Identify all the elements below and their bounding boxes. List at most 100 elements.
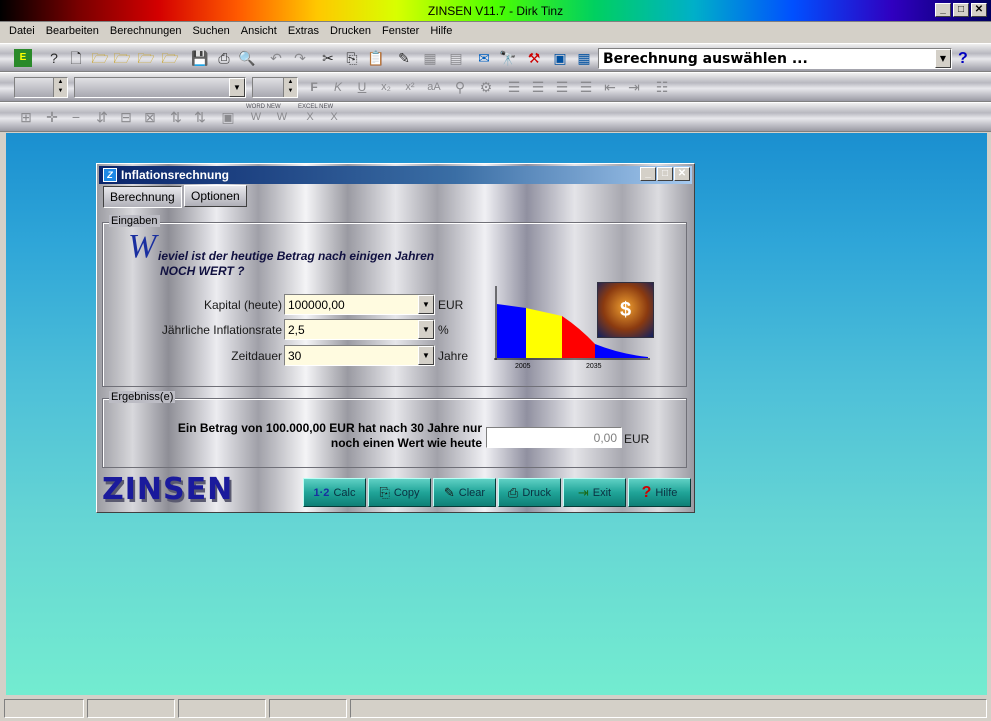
search-icon[interactable]: 🔭 [498, 49, 518, 67]
chevron-down-icon[interactable]: ▼ [418, 295, 434, 314]
font-name-combo[interactable]: ▼ [74, 77, 246, 98]
word-new-icon[interactable]: W [244, 108, 268, 126]
style-spinner[interactable]: ▲ ▼ [14, 77, 68, 98]
excel-new-icon[interactable]: X [298, 108, 322, 126]
find-icon[interactable]: ⚲ [450, 78, 470, 96]
edit-pen-icon[interactable]: ✎ [394, 49, 414, 67]
dialog-maximize-button[interactable]: □ [657, 167, 673, 181]
align-left-icon[interactable]: ☰ [504, 78, 524, 96]
chevron-down-icon[interactable]: ▼ [935, 49, 951, 68]
subscript-icon[interactable]: x₂ [376, 78, 396, 96]
cut-icon[interactable]: ✂ [318, 49, 338, 67]
print-icon[interactable]: ⎙ [214, 49, 234, 67]
undo-icon[interactable]: ↶ [266, 49, 286, 67]
delete-row-icon[interactable]: − [66, 108, 86, 126]
print-button[interactable]: ⎙ Druck [498, 478, 561, 507]
menu-fenster[interactable]: Fenster [377, 22, 425, 42]
bold-icon[interactable]: F [304, 78, 324, 96]
calculation-selector[interactable]: Berechnung auswählen ... ▼ [598, 48, 952, 69]
excel-export-icon[interactable]: X [322, 108, 346, 126]
calc-page-icon[interactable]: ▤ [446, 49, 466, 67]
font-size-icon[interactable]: aA [424, 78, 444, 96]
help-icon[interactable]: ? [958, 50, 968, 68]
clear-button-label: Clear [458, 486, 486, 499]
save-icon[interactable]: 💾 [190, 49, 210, 67]
align-center-icon[interactable]: ☰ [528, 78, 548, 96]
app-icon: Z [103, 168, 117, 182]
paste-icon[interactable]: 📋 [366, 49, 386, 67]
word-export-icon[interactable]: W [270, 108, 294, 126]
menu-extras[interactable]: Extras [283, 22, 325, 42]
maximize-button[interactable]: □ [953, 3, 969, 17]
chevron-down-icon[interactable]: ▼ [418, 346, 434, 365]
capital-input[interactable]: 100000,00 ▼ [284, 294, 435, 315]
bullet-list-icon[interactable]: ☷ [652, 78, 672, 96]
dialog-title-bar: Z Inflationsrechnung _ □ ✕ [99, 166, 692, 184]
inflation-rate-input[interactable]: 2,5 ▼ [284, 319, 435, 340]
minimize-button[interactable]: _ [935, 3, 951, 17]
calendar-icon[interactable]: ▦ [574, 49, 594, 67]
insert-table-icon[interactable]: ⊞ [16, 108, 36, 126]
tools-icon[interactable]: ⚒ [524, 49, 544, 67]
print-preview-icon[interactable]: 🔍 [237, 49, 257, 67]
menu-berechnungen[interactable]: Berechnungen [105, 22, 188, 42]
dialog-controls: _ □ ✕ [640, 167, 690, 181]
redo-icon[interactable]: ↷ [290, 49, 310, 67]
outdent-icon[interactable]: ⇤ [600, 78, 620, 96]
window-controls: _ □ ✕ [935, 3, 987, 17]
main-toolbar: E ? 🗋 🗁 🗁 🗁 🗁 💾 ⎙ 🔍 ↶ ↷ ✂ ⎘ 📋 ✎ ▦ ▤ ✉ 🔭 … [0, 43, 991, 72]
dialog-close-button[interactable]: ✕ [674, 167, 690, 181]
sort-asc-icon[interactable]: ⇅ [166, 108, 186, 126]
menu-suchen[interactable]: Suchen [187, 22, 235, 42]
replace-icon[interactable]: ⚙ [476, 78, 496, 96]
status-pane-5 [350, 699, 987, 718]
capital-label: Kapital (heute) [203, 298, 282, 312]
printer-icon: ⎙ [507, 484, 519, 500]
open-folder-icon[interactable]: 🗁 [90, 49, 110, 67]
exit-app-icon[interactable]: E [14, 49, 32, 67]
open-dat-icon[interactable]: 🗁 [112, 49, 132, 67]
chevron-down-icon[interactable]: ▼ [229, 78, 245, 97]
insert-column-icon[interactable]: ⇵ [92, 108, 112, 126]
calculator-icon[interactable]: ▣ [550, 49, 570, 67]
tab-optionen[interactable]: Optionen [184, 185, 247, 207]
title-bar: ZINSEN V11.7 - Dirk Tinz _ □ ✕ [0, 0, 991, 22]
mail-icon[interactable]: ✉ [474, 49, 494, 67]
format-icon[interactable]: ▦ [420, 49, 440, 67]
add-row-icon[interactable]: ✛ [42, 108, 62, 126]
open-kto-icon[interactable]: 🗁 [136, 49, 156, 67]
menu-ansicht[interactable]: Ansicht [236, 22, 283, 42]
merge-cells-icon[interactable]: ⊠ [140, 108, 160, 126]
open-fpl-icon[interactable]: 🗁 [160, 49, 180, 67]
italic-icon[interactable]: K [328, 78, 348, 96]
menu-hilfe[interactable]: Hilfe [425, 22, 458, 42]
underline-icon[interactable]: U [352, 78, 372, 96]
zinsen-logo: ZINSEN [102, 472, 234, 507]
delete-column-icon[interactable]: ⊟ [116, 108, 136, 126]
new-file-icon[interactable]: 🗋 [66, 49, 86, 67]
sort-desc-icon[interactable]: ⇅ [190, 108, 210, 126]
exit-button[interactable]: ⇥ Exit [563, 478, 626, 507]
chevron-down-icon[interactable]: ▼ [418, 320, 434, 339]
help-button[interactable]: ? Hilfe [628, 478, 691, 507]
help-context-icon[interactable]: ? [44, 49, 64, 67]
image-icon[interactable]: ▣ [218, 108, 238, 126]
result-value-field[interactable]: 0,00 [486, 427, 622, 448]
superscript-icon[interactable]: x² [400, 78, 420, 96]
calc-button[interactable]: 1·2 Calc [303, 478, 366, 507]
tab-berechnung[interactable]: Berechnung [103, 186, 182, 208]
indent-icon[interactable]: ⇥ [624, 78, 644, 96]
dialog-minimize-button[interactable]: _ [640, 167, 656, 181]
justify-icon[interactable]: ☰ [576, 78, 596, 96]
clear-button[interactable]: ✎ Clear [433, 478, 496, 507]
menu-datei[interactable]: Datei [4, 22, 41, 42]
duration-input[interactable]: 30 ▼ [284, 345, 435, 366]
font-size-spinner[interactable]: ▲ ▼ [252, 77, 298, 98]
exit-icon: ⇥ [577, 484, 589, 500]
copy-button[interactable]: ⎘ Copy [368, 478, 431, 507]
align-right-icon[interactable]: ☰ [552, 78, 572, 96]
copy-icon[interactable]: ⎘ [342, 49, 362, 67]
menu-bearbeiten[interactable]: Bearbeiten [41, 22, 105, 42]
menu-drucken[interactable]: Drucken [325, 22, 377, 42]
close-button[interactable]: ✕ [971, 3, 987, 17]
